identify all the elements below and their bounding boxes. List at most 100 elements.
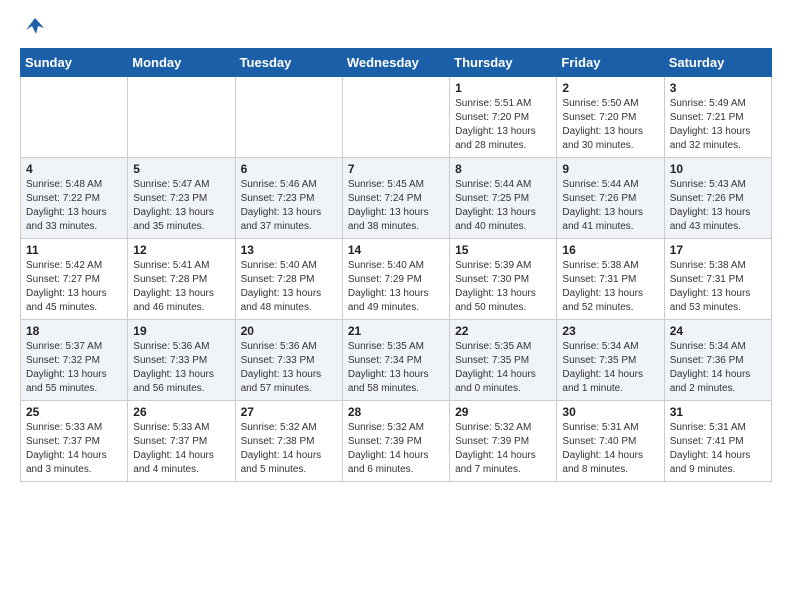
day-info: Sunrise: 5:34 AM Sunset: 7:36 PM Dayligh…: [670, 340, 766, 396]
day-number: 20: [241, 324, 337, 338]
day-number: 14: [348, 243, 444, 257]
day-info: Sunrise: 5:35 AM Sunset: 7:34 PM Dayligh…: [348, 340, 444, 396]
day-number: 12: [133, 243, 229, 257]
day-info: Sunrise: 5:40 AM Sunset: 7:28 PM Dayligh…: [241, 259, 337, 315]
calendar-table: SundayMondayTuesdayWednesdayThursdayFrid…: [20, 48, 772, 482]
day-info: Sunrise: 5:48 AM Sunset: 7:22 PM Dayligh…: [26, 178, 122, 234]
day-info: Sunrise: 5:33 AM Sunset: 7:37 PM Dayligh…: [26, 421, 122, 477]
calendar-cell: 8 Sunrise: 5:44 AM Sunset: 7:25 PM Daylig…: [450, 158, 557, 239]
day-info: Sunrise: 5:51 AM Sunset: 7:20 PM Dayligh…: [455, 97, 551, 153]
calendar-cell: 26 Sunrise: 5:33 AM Sunset: 7:37 PM Dayli…: [128, 401, 235, 482]
calendar-body: 1Sunrise: 5:51 AM Sunset: 7:20 PM Daylig…: [21, 77, 772, 482]
calendar-cell: 13Sunrise: 5:40 AM Sunset: 7:28 PM Dayli…: [235, 239, 342, 320]
day-number: 9: [562, 162, 658, 176]
day-number: 22: [455, 324, 551, 338]
day-number: 23: [562, 324, 658, 338]
calendar-cell: 30 Sunrise: 5:31 AM Sunset: 7:40 PM Dayli…: [557, 401, 664, 482]
calendar-cell: 28 Sunrise: 5:32 AM Sunset: 7:39 PM Dayli…: [342, 401, 449, 482]
calendar-cell: 4Sunrise: 5:48 AM Sunset: 7:22 PM Daylig…: [21, 158, 128, 239]
calendar-cell: 5 Sunrise: 5:47 AM Sunset: 7:23 PM Daylig…: [128, 158, 235, 239]
day-header-friday: Friday: [557, 49, 664, 77]
day-header-wednesday: Wednesday: [342, 49, 449, 77]
day-number: 5: [133, 162, 229, 176]
day-number: 3: [670, 81, 766, 95]
calendar-week-3: 11 Sunrise: 5:42 AM Sunset: 7:27 PM Dayli…: [21, 239, 772, 320]
day-number: 19: [133, 324, 229, 338]
day-info: Sunrise: 5:42 AM Sunset: 7:27 PM Dayligh…: [26, 259, 122, 315]
day-info: Sunrise: 5:35 AM Sunset: 7:35 PM Dayligh…: [455, 340, 551, 396]
day-info: Sunrise: 5:36 AM Sunset: 7:33 PM Dayligh…: [133, 340, 229, 396]
day-info: Sunrise: 5:32 AM Sunset: 7:39 PM Dayligh…: [455, 421, 551, 477]
day-info: Sunrise: 5:41 AM Sunset: 7:28 PM Dayligh…: [133, 259, 229, 315]
day-info: Sunrise: 5:44 AM Sunset: 7:25 PM Dayligh…: [455, 178, 551, 234]
calendar-cell: 23 Sunrise: 5:34 AM Sunset: 7:35 PM Dayli…: [557, 320, 664, 401]
day-info: Sunrise: 5:33 AM Sunset: 7:37 PM Dayligh…: [133, 421, 229, 477]
day-number: 31: [670, 405, 766, 419]
day-info: Sunrise: 5:44 AM Sunset: 7:26 PM Dayligh…: [562, 178, 658, 234]
day-header-sunday: Sunday: [21, 49, 128, 77]
day-info: Sunrise: 5:36 AM Sunset: 7:33 PM Dayligh…: [241, 340, 337, 396]
day-info: Sunrise: 5:31 AM Sunset: 7:40 PM Dayligh…: [562, 421, 658, 477]
calendar-cell: 17Sunrise: 5:38 AM Sunset: 7:31 PM Dayli…: [664, 239, 771, 320]
calendar-cell: [342, 77, 449, 158]
logo-bird-icon: [24, 16, 46, 38]
calendar-cell: 9 Sunrise: 5:44 AM Sunset: 7:26 PM Daylig…: [557, 158, 664, 239]
calendar-cell: 12 Sunrise: 5:41 AM Sunset: 7:28 PM Dayli…: [128, 239, 235, 320]
calendar-cell: 11 Sunrise: 5:42 AM Sunset: 7:27 PM Dayli…: [21, 239, 128, 320]
calendar-cell: 2 Sunrise: 5:50 AM Sunset: 7:20 PM Daylig…: [557, 77, 664, 158]
day-info: Sunrise: 5:39 AM Sunset: 7:30 PM Dayligh…: [455, 259, 551, 315]
calendar-week-2: 4Sunrise: 5:48 AM Sunset: 7:22 PM Daylig…: [21, 158, 772, 239]
day-number: 30: [562, 405, 658, 419]
calendar-cell: 21 Sunrise: 5:35 AM Sunset: 7:34 PM Dayli…: [342, 320, 449, 401]
day-number: 6: [241, 162, 337, 176]
logo: [20, 20, 46, 32]
calendar-cell: 27Sunrise: 5:32 AM Sunset: 7:38 PM Dayli…: [235, 401, 342, 482]
calendar-cell: 16 Sunrise: 5:38 AM Sunset: 7:31 PM Dayli…: [557, 239, 664, 320]
day-header-saturday: Saturday: [664, 49, 771, 77]
day-number: 7: [348, 162, 444, 176]
day-header-monday: Monday: [128, 49, 235, 77]
calendar-cell: 6Sunrise: 5:46 AM Sunset: 7:23 PM Daylig…: [235, 158, 342, 239]
calendar-cell: 25 Sunrise: 5:33 AM Sunset: 7:37 PM Dayli…: [21, 401, 128, 482]
calendar-week-5: 25 Sunrise: 5:33 AM Sunset: 7:37 PM Dayli…: [21, 401, 772, 482]
calendar-header: SundayMondayTuesdayWednesdayThursdayFrid…: [21, 49, 772, 77]
day-info: Sunrise: 5:31 AM Sunset: 7:41 PM Dayligh…: [670, 421, 766, 477]
day-info: Sunrise: 5:49 AM Sunset: 7:21 PM Dayligh…: [670, 97, 766, 153]
day-number: 2: [562, 81, 658, 95]
day-number: 21: [348, 324, 444, 338]
day-number: 26: [133, 405, 229, 419]
day-info: Sunrise: 5:32 AM Sunset: 7:39 PM Dayligh…: [348, 421, 444, 477]
calendar-cell: 29 Sunrise: 5:32 AM Sunset: 7:39 PM Dayli…: [450, 401, 557, 482]
day-info: Sunrise: 5:45 AM Sunset: 7:24 PM Dayligh…: [348, 178, 444, 234]
day-header-row: SundayMondayTuesdayWednesdayThursdayFrid…: [21, 49, 772, 77]
day-number: 11: [26, 243, 122, 257]
day-info: Sunrise: 5:32 AM Sunset: 7:38 PM Dayligh…: [241, 421, 337, 477]
day-number: 25: [26, 405, 122, 419]
calendar-cell: [128, 77, 235, 158]
day-info: Sunrise: 5:40 AM Sunset: 7:29 PM Dayligh…: [348, 259, 444, 315]
day-info: Sunrise: 5:37 AM Sunset: 7:32 PM Dayligh…: [26, 340, 122, 396]
calendar-cell: 24 Sunrise: 5:34 AM Sunset: 7:36 PM Dayli…: [664, 320, 771, 401]
day-info: Sunrise: 5:38 AM Sunset: 7:31 PM Dayligh…: [670, 259, 766, 315]
calendar-week-4: 18Sunrise: 5:37 AM Sunset: 7:32 PM Dayli…: [21, 320, 772, 401]
calendar-cell: 7 Sunrise: 5:45 AM Sunset: 7:24 PM Daylig…: [342, 158, 449, 239]
calendar-cell: 1Sunrise: 5:51 AM Sunset: 7:20 PM Daylig…: [450, 77, 557, 158]
day-info: Sunrise: 5:50 AM Sunset: 7:20 PM Dayligh…: [562, 97, 658, 153]
day-info: Sunrise: 5:47 AM Sunset: 7:23 PM Dayligh…: [133, 178, 229, 234]
day-info: Sunrise: 5:38 AM Sunset: 7:31 PM Dayligh…: [562, 259, 658, 315]
calendar-cell: 3 Sunrise: 5:49 AM Sunset: 7:21 PM Daylig…: [664, 77, 771, 158]
day-number: 15: [455, 243, 551, 257]
day-number: 28: [348, 405, 444, 419]
calendar-cell: [235, 77, 342, 158]
day-number: 24: [670, 324, 766, 338]
day-number: 8: [455, 162, 551, 176]
calendar-cell: 20 Sunrise: 5:36 AM Sunset: 7:33 PM Dayli…: [235, 320, 342, 401]
calendar-cell: 10Sunrise: 5:43 AM Sunset: 7:26 PM Dayli…: [664, 158, 771, 239]
calendar-cell: 14 Sunrise: 5:40 AM Sunset: 7:29 PM Dayli…: [342, 239, 449, 320]
day-number: 16: [562, 243, 658, 257]
calendar-week-1: 1Sunrise: 5:51 AM Sunset: 7:20 PM Daylig…: [21, 77, 772, 158]
day-number: 29: [455, 405, 551, 419]
day-header-thursday: Thursday: [450, 49, 557, 77]
day-info: Sunrise: 5:34 AM Sunset: 7:35 PM Dayligh…: [562, 340, 658, 396]
calendar-cell: 18Sunrise: 5:37 AM Sunset: 7:32 PM Dayli…: [21, 320, 128, 401]
